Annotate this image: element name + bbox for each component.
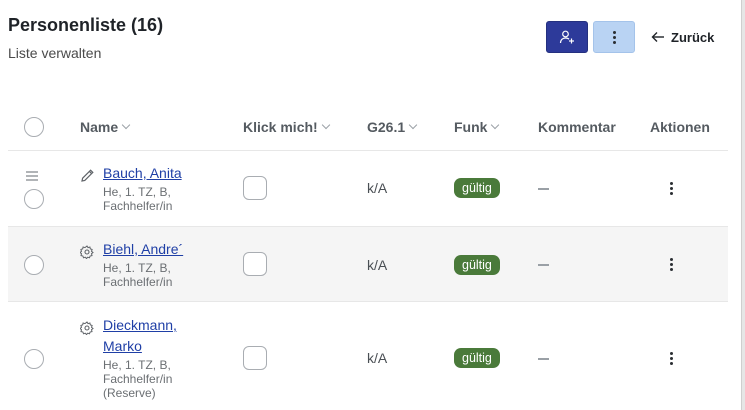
- arrow-left-icon: [651, 32, 664, 42]
- g26-value: k/A: [367, 180, 388, 196]
- person-meta: He, 1. TZ, B, Fachhelfer/in: [103, 261, 173, 289]
- back-link[interactable]: Zurück: [651, 28, 714, 46]
- row-actions-icon[interactable]: [669, 352, 673, 365]
- more-options-button[interactable]: [593, 21, 635, 53]
- column-header-kommentar: Kommentar: [538, 119, 616, 135]
- funk-status-badge: gültig: [454, 255, 500, 275]
- funk-status-badge: gültig: [454, 348, 500, 368]
- chevron-down-icon: [408, 120, 418, 130]
- person-name-link[interactable]: Bauch, Anita: [103, 163, 182, 184]
- gear-icon[interactable]: [79, 245, 94, 264]
- row-divider: [8, 226, 728, 227]
- row-actions-icon[interactable]: [669, 258, 673, 271]
- column-header-klick[interactable]: Klick mich!: [243, 119, 330, 135]
- vertical-dots-icon: [612, 30, 616, 44]
- g26-value: k/A: [367, 350, 388, 366]
- g26-value: k/A: [367, 257, 388, 273]
- add-person-icon: [559, 30, 574, 44]
- chevron-down-icon: [121, 120, 131, 130]
- klick-checkbox[interactable]: [243, 252, 267, 276]
- page-title: Personenliste (16): [8, 15, 164, 35]
- select-all-checkbox[interactable]: [24, 117, 44, 137]
- drag-handle-icon[interactable]: [26, 168, 38, 186]
- chevron-down-icon: [321, 120, 330, 130]
- pencil-icon[interactable]: [80, 168, 95, 188]
- person-name-link[interactable]: Biehl, Andre´: [103, 239, 183, 260]
- chevron-down-icon: [491, 120, 500, 130]
- row-checkbox[interactable]: [24, 349, 44, 369]
- row-actions-icon[interactable]: [669, 182, 673, 195]
- kommentar-empty-dash: [538, 264, 549, 266]
- person-meta: He, 1. TZ, B, Fachhelfer/in: [103, 185, 173, 213]
- page-subtitle: Liste verwalten: [8, 45, 102, 61]
- klick-checkbox[interactable]: [243, 176, 267, 200]
- row-checkbox[interactable]: [24, 255, 44, 275]
- column-header-funk[interactable]: Funk: [454, 119, 500, 135]
- funk-status-badge: gültig: [454, 178, 500, 198]
- add-person-button[interactable]: [546, 21, 588, 53]
- row-divider: [8, 301, 728, 302]
- header-divider: [8, 150, 728, 151]
- column-header-name[interactable]: Name: [80, 119, 131, 135]
- column-header-aktionen: Aktionen: [650, 119, 710, 135]
- gear-icon[interactable]: [79, 321, 94, 340]
- person-name-link[interactable]: Dieckmann, Marko: [103, 315, 177, 357]
- row-checkbox[interactable]: [24, 189, 44, 209]
- window-edge: [741, 0, 745, 410]
- kommentar-empty-dash: [538, 188, 549, 190]
- back-label: Zurück: [671, 29, 715, 45]
- klick-checkbox[interactable]: [243, 346, 267, 370]
- person-meta: He, 1. TZ, B, Fachhelfer/in (Reserve): [103, 358, 173, 400]
- kommentar-empty-dash: [538, 358, 549, 360]
- column-header-g26[interactable]: G26.1: [367, 119, 418, 135]
